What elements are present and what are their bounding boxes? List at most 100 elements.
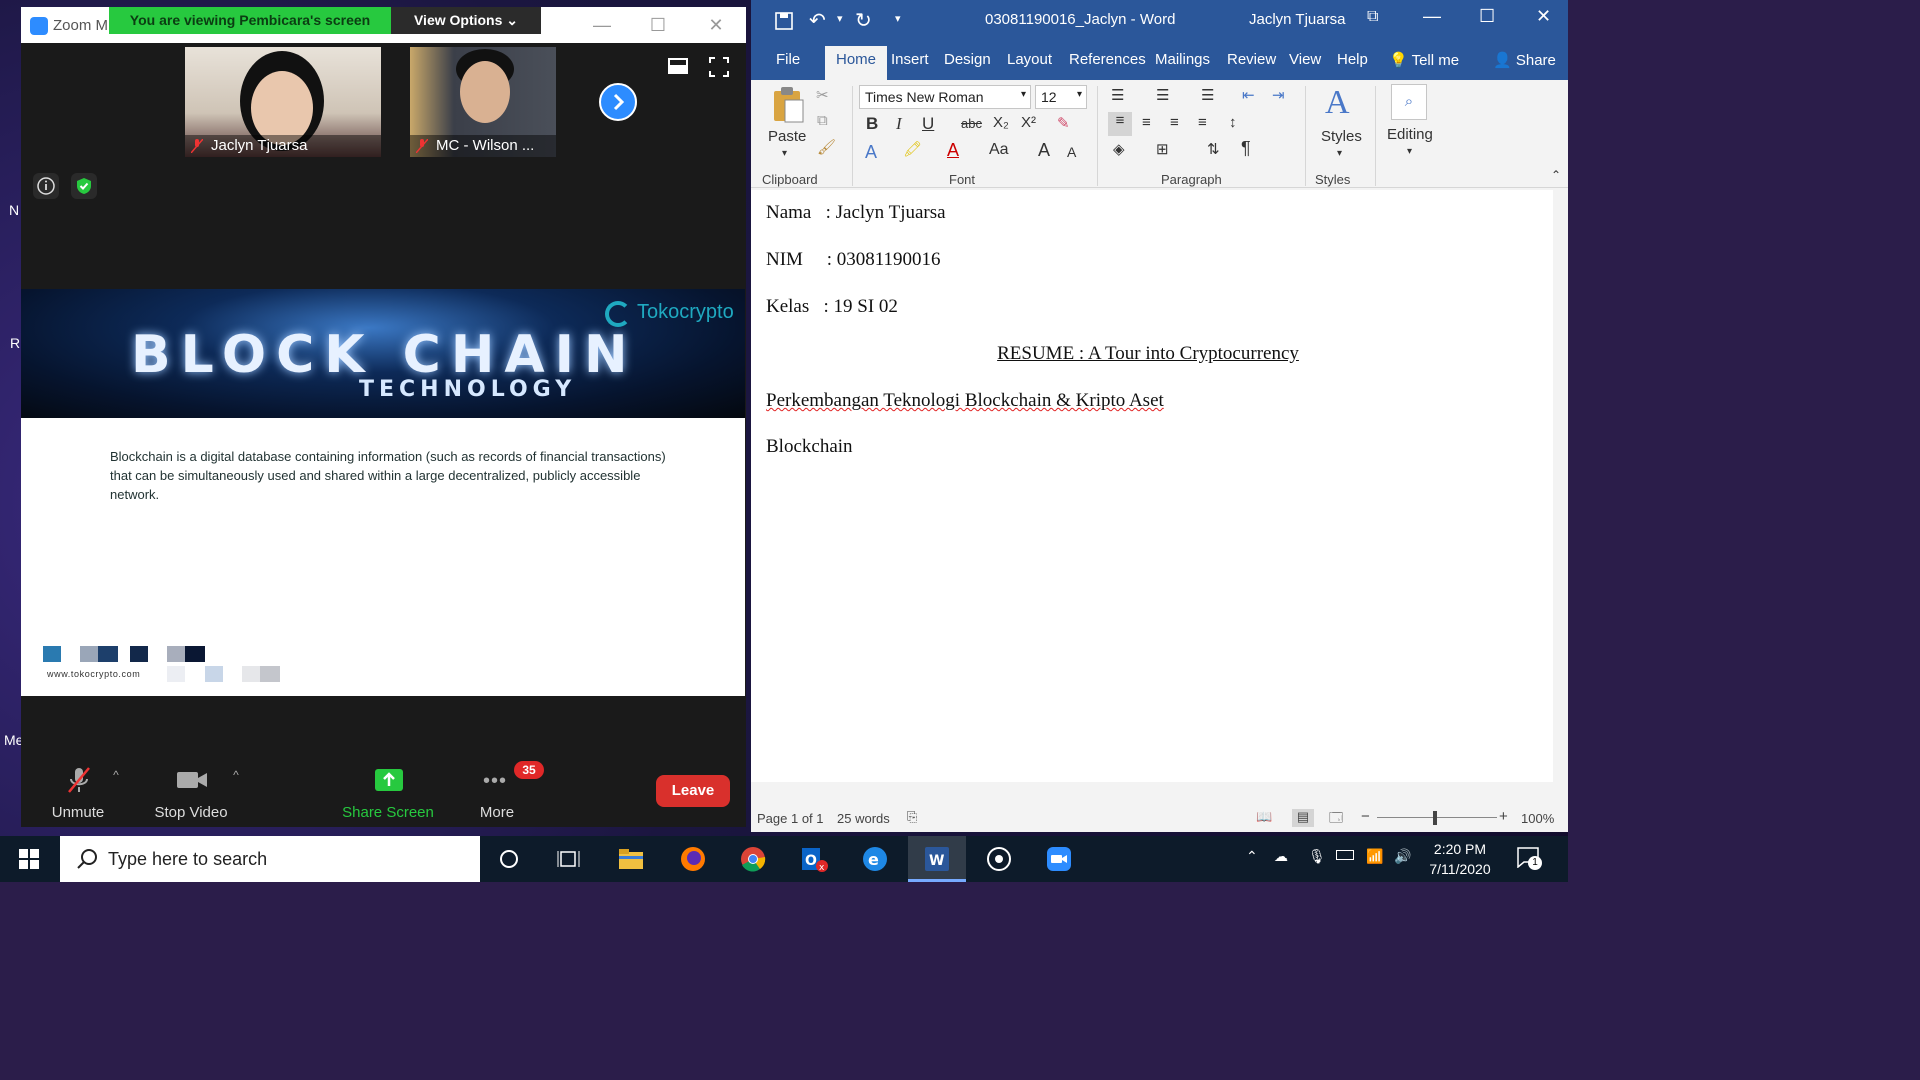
meeting-info-icon[interactable] xyxy=(33,173,59,199)
media-icon[interactable] xyxy=(970,836,1028,882)
tell-me-search[interactable]: 💡 Tell me xyxy=(1389,51,1459,69)
more-button[interactable]: ••• More xyxy=(467,746,527,827)
tab-file[interactable]: File xyxy=(776,51,800,68)
collapse-ribbon-icon[interactable]: ⌃ xyxy=(1551,168,1561,182)
tab-references[interactable]: References xyxy=(1069,51,1146,68)
text-effects-icon[interactable]: A xyxy=(865,142,877,163)
print-layout-icon[interactable]: ▤ xyxy=(1292,809,1314,827)
video-tile-jaclyn[interactable]: Jaclyn Tjuarsa xyxy=(185,47,381,157)
zoom-slider[interactable] xyxy=(1377,817,1497,818)
clear-formatting-icon[interactable]: ✎ xyxy=(1057,114,1070,132)
word-count[interactable]: 25 words xyxy=(837,811,890,826)
strikethrough-icon[interactable]: abc xyxy=(961,116,982,131)
cut-icon[interactable]: ✂ xyxy=(816,86,829,104)
justify-icon[interactable]: ≡ xyxy=(1198,114,1207,131)
tab-mailings[interactable]: Mailings xyxy=(1155,51,1210,68)
ribbon-display-options-icon[interactable]: ⧉ xyxy=(1367,8,1378,26)
video-tile-wilson[interactable]: MC - Wilson ... xyxy=(410,47,556,157)
file-explorer-icon[interactable] xyxy=(602,836,660,882)
zoom-icon[interactable] xyxy=(1030,836,1088,882)
cortana-icon[interactable] xyxy=(480,836,538,882)
tab-view[interactable]: View xyxy=(1289,51,1321,68)
notification-center-button[interactable]: 1 xyxy=(1516,846,1542,872)
underline-icon[interactable]: U xyxy=(922,114,934,134)
editing-button[interactable]: ⌕ Editing ▾ xyxy=(1385,84,1441,164)
align-right-icon[interactable]: ≡ xyxy=(1170,114,1179,131)
font-size-select[interactable]: 12 ▾ xyxy=(1035,85,1087,109)
start-button[interactable] xyxy=(0,836,58,882)
volume-icon[interactable]: 🔊 xyxy=(1394,848,1411,865)
sort-icon[interactable]: ⇅ xyxy=(1207,140,1220,158)
show-hidden-icons[interactable]: ⌃ xyxy=(1246,848,1258,865)
shading-icon[interactable]: ◈ xyxy=(1113,140,1125,158)
undo-dropdown-icon[interactable]: ▾ xyxy=(837,12,843,25)
borders-icon[interactable]: ⊞ xyxy=(1156,140,1169,158)
share-screen-button[interactable]: Share Screen xyxy=(339,746,437,827)
clock[interactable]: 2:20 PM 7/11/2020 xyxy=(1420,839,1500,879)
document-page[interactable]: Nama : Jaclyn Tjuarsa NIM : 03081190016 … xyxy=(751,190,1553,782)
bullets-icon[interactable]: ☰ xyxy=(1111,86,1124,104)
zoom-level[interactable]: 100% xyxy=(1521,811,1554,826)
firefox-icon[interactable] xyxy=(664,836,722,882)
numbering-icon[interactable]: ☰ xyxy=(1156,86,1169,104)
video-options-caret[interactable]: ^ xyxy=(229,768,243,788)
security-shield-icon[interactable] xyxy=(71,173,97,199)
leave-button[interactable]: Leave xyxy=(656,775,730,807)
italic-icon[interactable]: I xyxy=(896,114,902,134)
next-participants-button[interactable] xyxy=(599,83,637,121)
superscript-icon[interactable]: X² xyxy=(1021,114,1036,131)
align-center-icon[interactable]: ≡ xyxy=(1142,114,1151,131)
redo-icon[interactable]: ↻ xyxy=(855,8,872,33)
layout-icon[interactable] xyxy=(667,57,689,75)
maximize-button[interactable]: ☐ xyxy=(1479,6,1495,27)
microphone-icon[interactable]: 🎙 xyxy=(1308,848,1326,865)
word-icon[interactable]: W xyxy=(908,836,966,882)
share-button[interactable]: 👤 Share xyxy=(1493,51,1556,69)
minimize-button[interactable]: — xyxy=(1423,6,1441,27)
proofing-icon[interactable]: ⎘ xyxy=(907,809,917,825)
view-options-button[interactable]: View Options ⌄ xyxy=(391,7,541,34)
align-left-icon[interactable]: ≡ xyxy=(1108,112,1132,136)
save-icon[interactable] xyxy=(774,11,794,31)
bold-icon[interactable]: B xyxy=(866,114,878,134)
close-button[interactable]: ✕ xyxy=(692,7,740,43)
close-button[interactable]: ✕ xyxy=(1536,6,1551,27)
paste-button[interactable]: Paste ▾ xyxy=(767,86,807,166)
subscript-icon[interactable]: X₂ xyxy=(993,114,1009,131)
line-spacing-icon[interactable]: ↕ xyxy=(1229,114,1237,131)
customize-qat-icon[interactable]: ▾ xyxy=(895,12,901,25)
tab-home[interactable]: Home xyxy=(825,46,887,80)
web-layout-icon[interactable]: 🗔 xyxy=(1329,809,1343,831)
highlight-icon[interactable]: 🖍 xyxy=(903,140,922,158)
maximize-button[interactable]: ☐ xyxy=(634,7,682,43)
decrease-indent-icon[interactable]: ⇤ xyxy=(1242,86,1255,104)
chrome-icon[interactable] xyxy=(724,836,782,882)
read-mode-icon[interactable]: 📖 xyxy=(1256,809,1272,825)
font-color-icon[interactable]: A xyxy=(947,140,959,161)
tab-layout[interactable]: Layout xyxy=(1007,51,1052,68)
styles-button[interactable]: A Styles ▾ xyxy=(1321,84,1362,164)
unmute-button[interactable]: Unmute xyxy=(43,746,113,827)
format-painter-icon[interactable]: 🖌 xyxy=(817,138,836,156)
edge-icon[interactable]: e xyxy=(846,836,904,882)
zoom-out-icon[interactable]: − xyxy=(1361,808,1370,825)
multilevel-list-icon[interactable]: ☰ xyxy=(1201,86,1214,104)
audio-options-caret[interactable]: ^ xyxy=(109,768,123,788)
tab-design[interactable]: Design xyxy=(944,51,991,68)
font-name-select[interactable]: Times New Roman ▾ xyxy=(859,85,1031,109)
user-name[interactable]: Jaclyn Tjuarsa xyxy=(1249,11,1345,28)
tab-insert[interactable]: Insert xyxy=(891,51,929,68)
tab-review[interactable]: Review xyxy=(1227,51,1276,68)
undo-icon[interactable]: ↶ xyxy=(809,8,826,33)
show-formatting-icon[interactable]: ¶ xyxy=(1241,138,1251,159)
fullscreen-icon[interactable] xyxy=(709,57,729,77)
outlook-icon[interactable]: Ox xyxy=(786,836,844,882)
page-count[interactable]: Page 1 of 1 xyxy=(757,811,824,826)
grow-font-icon[interactable]: A xyxy=(1038,140,1050,161)
stop-video-button[interactable]: Stop Video xyxy=(149,746,233,827)
taskbar-search-box[interactable]: Type here to search xyxy=(60,836,480,882)
battery-icon[interactable] xyxy=(1336,850,1354,860)
onedrive-icon[interactable]: ☁ xyxy=(1274,848,1288,865)
tab-help[interactable]: Help xyxy=(1337,51,1368,68)
wifi-icon[interactable]: 📶 xyxy=(1366,848,1383,865)
